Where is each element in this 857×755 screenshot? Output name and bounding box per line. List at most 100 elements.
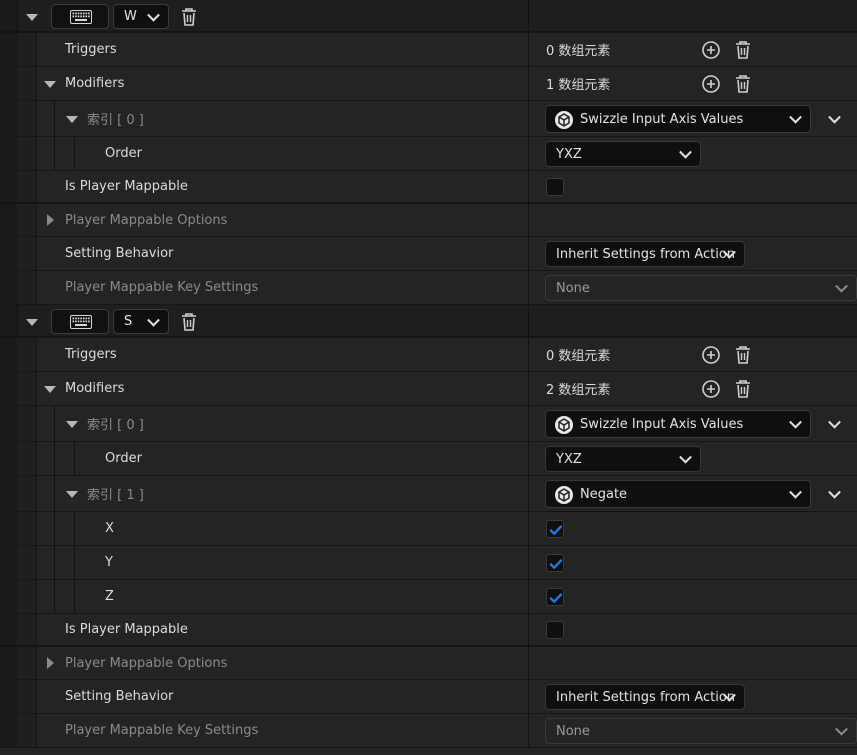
remove-mapping-trash-icon[interactable] bbox=[180, 7, 198, 27]
gutter bbox=[0, 33, 18, 66]
setting-behavior-dropdown[interactable]: Inherit Settings from Action bbox=[545, 241, 745, 267]
index-expand-arrow-icon[interactable] bbox=[66, 491, 78, 498]
player-mappable-options-label: Player Mappable Options bbox=[65, 655, 228, 671]
setting-behavior-dropdown[interactable]: Inherit Settings from Action bbox=[545, 684, 745, 710]
gutter-inner bbox=[17, 101, 37, 136]
gutter bbox=[0, 512, 18, 545]
gutter bbox=[0, 546, 18, 579]
property-z-checkbox[interactable] bbox=[546, 588, 564, 606]
key-settings-row: Player Mappable Key Settings None bbox=[0, 271, 857, 305]
gutter-inner bbox=[17, 204, 37, 236]
column-separator bbox=[528, 171, 529, 202]
chevron-down-icon bbox=[147, 313, 160, 327]
gutter-inner bbox=[17, 512, 37, 545]
gutter bbox=[0, 271, 18, 304]
column-separator bbox=[528, 101, 529, 136]
keyboard-icon bbox=[70, 10, 92, 24]
key-settings-dropdown[interactable]: None bbox=[545, 718, 857, 744]
modifier-index-label: 索引 [ 0 ] bbox=[87, 113, 144, 128]
modifiers-expand-arrow-icon[interactable] bbox=[44, 386, 56, 393]
property-y-checkbox[interactable] bbox=[546, 554, 564, 572]
modifier-index-label: 索引 [ 1 ] bbox=[87, 488, 144, 503]
modifier-property-row: Y bbox=[0, 546, 857, 580]
gutter-inner bbox=[17, 271, 37, 304]
modifiers-expand-arrow-icon[interactable] bbox=[44, 81, 56, 88]
order-dropdown[interactable]: YXZ bbox=[545, 446, 701, 472]
order-dropdown[interactable]: YXZ bbox=[545, 141, 701, 167]
add-trigger-icon[interactable] bbox=[701, 40, 721, 60]
remove-mapping-trash-icon[interactable] bbox=[180, 312, 198, 332]
options-collapsed-arrow-icon[interactable] bbox=[47, 657, 54, 669]
key-picker-button[interactable] bbox=[51, 309, 109, 334]
add-trigger-icon[interactable] bbox=[701, 345, 721, 365]
key-select-value: W bbox=[124, 9, 137, 24]
clear-triggers-trash-icon[interactable] bbox=[734, 40, 752, 60]
modifier-type-dropdown[interactable]: Swizzle Input Axis Values bbox=[545, 410, 811, 438]
add-modifier-icon[interactable] bbox=[701, 379, 721, 399]
gutter bbox=[0, 680, 18, 713]
key-select-value: S bbox=[124, 314, 133, 329]
column-separator bbox=[528, 647, 529, 679]
gutter bbox=[0, 237, 18, 270]
add-modifier-icon[interactable] bbox=[701, 74, 721, 94]
setting-behavior-row: Setting Behavior Inherit Settings from Ac… bbox=[0, 680, 857, 714]
indent-guide bbox=[54, 476, 55, 511]
gutter-inner bbox=[17, 476, 37, 511]
property-order-label: Order bbox=[105, 146, 142, 161]
is-player-mappable-checkbox[interactable] bbox=[546, 621, 564, 639]
property-x-checkbox[interactable] bbox=[546, 520, 564, 538]
is-player-mappable-checkbox[interactable] bbox=[546, 178, 564, 196]
modifier-type-dropdown[interactable]: Negate bbox=[545, 480, 811, 508]
column-separator bbox=[528, 512, 529, 545]
gutter-inner bbox=[17, 137, 37, 170]
key-select[interactable]: W bbox=[113, 4, 169, 29]
modifier-cube-icon bbox=[555, 486, 573, 504]
player-mappable-options-row: Player Mappable Options bbox=[0, 647, 857, 680]
indent-guide bbox=[54, 512, 55, 545]
gutter-inner bbox=[17, 714, 37, 747]
modifier-options-chevron-icon[interactable] bbox=[828, 415, 841, 429]
mapping-expand-arrow-icon[interactable] bbox=[26, 14, 38, 21]
gutter-inner bbox=[17, 67, 37, 100]
gutter bbox=[0, 204, 18, 236]
clear-triggers-trash-icon[interactable] bbox=[734, 345, 752, 365]
triggers-count: 0 数组元素 bbox=[546, 349, 611, 364]
key-select[interactable]: S bbox=[113, 309, 169, 334]
indent-guide bbox=[54, 580, 55, 613]
column-separator bbox=[528, 338, 529, 371]
chevron-down-icon bbox=[147, 8, 160, 22]
modifier-type-dropdown-value: Swizzle Input Axis Values bbox=[580, 111, 744, 127]
index-expand-arrow-icon[interactable] bbox=[66, 421, 78, 428]
column-separator bbox=[528, 680, 529, 713]
gutter-inner bbox=[17, 338, 37, 371]
gutter bbox=[0, 171, 18, 202]
gutter-inner bbox=[17, 546, 37, 579]
gutter bbox=[0, 476, 18, 511]
clear-modifiers-trash-icon[interactable] bbox=[734, 379, 752, 399]
mapping-expand-arrow-icon[interactable] bbox=[26, 319, 38, 326]
gutter bbox=[0, 137, 18, 170]
index-expand-arrow-icon[interactable] bbox=[66, 116, 78, 123]
column-separator bbox=[528, 476, 529, 511]
modifier-options-chevron-icon[interactable] bbox=[828, 485, 841, 499]
chevron-down-icon bbox=[789, 485, 802, 499]
setting-behavior-label: Setting Behavior bbox=[65, 689, 174, 704]
property-z-label: Z bbox=[105, 589, 114, 604]
key-mapping-header: W bbox=[0, 0, 857, 33]
gutter bbox=[0, 442, 18, 475]
setting-behavior-row: Setting Behavior Inherit Settings from Ac… bbox=[0, 237, 857, 271]
modifiers-count: 1 数组元素 bbox=[546, 78, 611, 93]
key-picker-button[interactable] bbox=[51, 4, 109, 29]
modifier-options-chevron-icon[interactable] bbox=[828, 110, 841, 124]
column-separator bbox=[528, 372, 529, 405]
property-x-label: X bbox=[105, 521, 114, 536]
order-dropdown-value: YXZ bbox=[556, 451, 582, 467]
modifier-type-dropdown[interactable]: Swizzle Input Axis Values bbox=[545, 105, 811, 133]
key-settings-dropdown-value: None bbox=[556, 723, 590, 739]
chevron-down-icon bbox=[789, 415, 802, 429]
clear-modifiers-trash-icon[interactable] bbox=[734, 74, 752, 94]
column-separator bbox=[528, 33, 529, 66]
options-collapsed-arrow-icon[interactable] bbox=[47, 214, 54, 226]
gutter bbox=[0, 647, 18, 679]
key-settings-dropdown[interactable]: None bbox=[545, 275, 857, 301]
